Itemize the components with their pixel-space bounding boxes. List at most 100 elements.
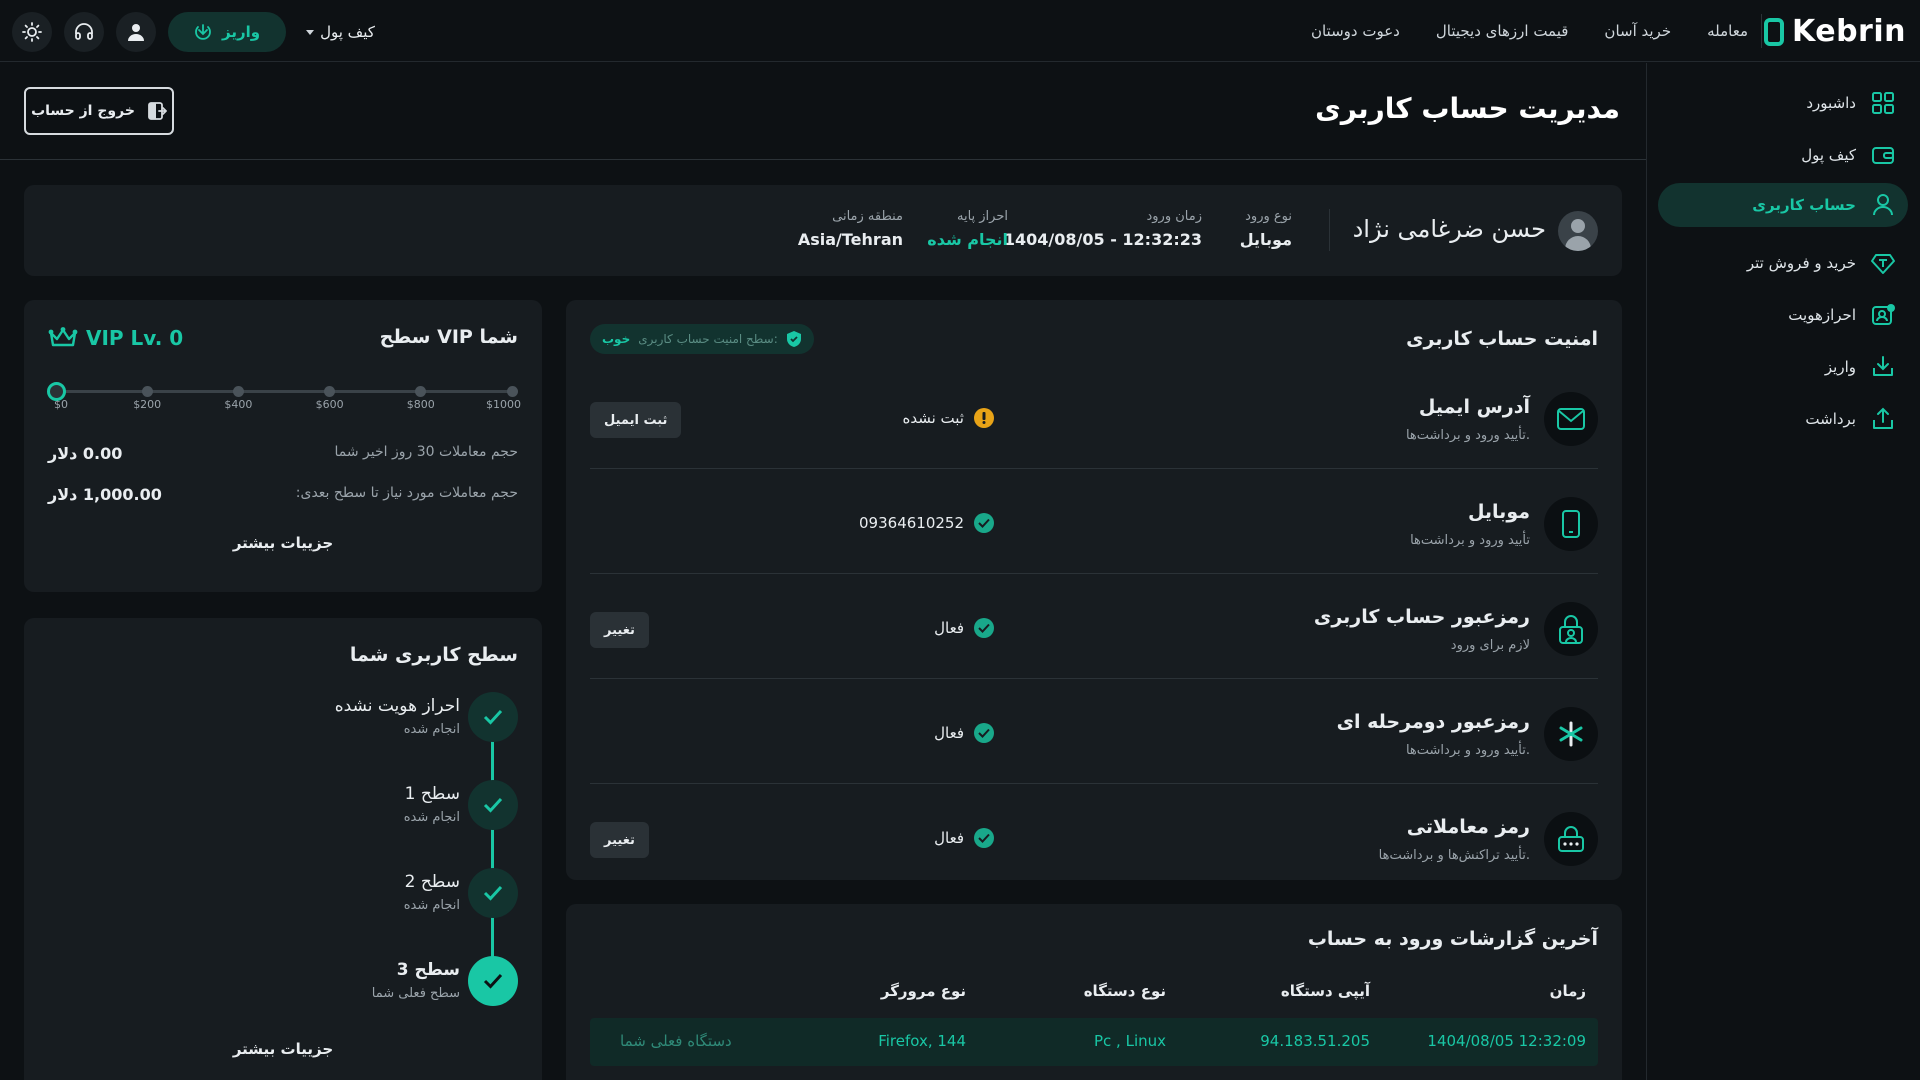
level-item-current: سطح 3 سطح فعلی شما bbox=[218, 956, 518, 1008]
avatar[interactable] bbox=[1558, 211, 1598, 251]
user-icon bbox=[128, 24, 144, 41]
logo-mark-icon bbox=[1764, 17, 1785, 46]
wallet-icon bbox=[1872, 147, 1894, 164]
deposit-button[interactable]: واریز bbox=[168, 12, 287, 52]
sidebar-item-wallet[interactable]: کیف پول bbox=[1658, 133, 1908, 177]
login-time-value: 1404/08/05 - 12:32:23 bbox=[1003, 230, 1202, 249]
level-item: احراز هویت نشده انجام شده bbox=[218, 692, 518, 744]
logo-divider bbox=[1761, 14, 1762, 48]
security-row-status: فعال bbox=[934, 723, 994, 743]
row-ip: 94.183.51.205 bbox=[1260, 1032, 1370, 1050]
sidebar-item-label: برداشت bbox=[1805, 410, 1856, 428]
nav-invite[interactable]: دعوت دوستان bbox=[1311, 22, 1400, 40]
mobile-icon bbox=[1544, 497, 1598, 551]
vip-progress-dot bbox=[415, 386, 427, 397]
level-status: سطح فعلی شما bbox=[371, 986, 460, 1001]
sidebar-item-deposit[interactable]: واریز bbox=[1658, 345, 1908, 389]
level-item: سطح 2 انجام شده bbox=[218, 868, 518, 920]
security-row-mobile: موبایل تأیید ورود و برداشت‌ها 0936461025… bbox=[590, 469, 1598, 574]
sidebar-item-tether[interactable]: خرید و فروش تتر bbox=[1658, 241, 1908, 285]
change-password-button[interactable]: تغییر bbox=[590, 612, 649, 648]
asterisk-icon bbox=[1544, 707, 1598, 761]
shield-icon bbox=[786, 331, 801, 347]
basic-kyc-info: احراز پایه انجام شده bbox=[927, 209, 1008, 249]
login-time-info: زمان ورود 1404/08/05 - 12:32:23 bbox=[1004, 209, 1202, 249]
profile-button[interactable] bbox=[116, 12, 156, 52]
vip-volume-row: حجم معاملات 30 روز اخیر شما 0.00 دلار bbox=[48, 444, 518, 463]
sidebar-item-withdraw[interactable]: برداشت bbox=[1658, 397, 1908, 441]
vip-progress-dot bbox=[232, 386, 244, 397]
logout-button[interactable]: خروج از حساب bbox=[24, 87, 174, 135]
vip-progress-dot bbox=[506, 386, 518, 397]
level-status: انجام شده bbox=[403, 722, 460, 737]
change-trade-password-button[interactable]: تغییر bbox=[590, 822, 649, 858]
headset-icon bbox=[75, 23, 93, 40]
sun-icon bbox=[22, 22, 42, 42]
tether-icon bbox=[1871, 254, 1895, 274]
security-row-name: رمزعبور دومرحله ای bbox=[1336, 711, 1530, 733]
sidebar-item-label: احرازهویت bbox=[1788, 306, 1856, 324]
security-row-status: ثبت نشده bbox=[903, 408, 994, 428]
user-icon bbox=[1873, 194, 1893, 216]
page-title: مدیریت حساب کاربری bbox=[1315, 92, 1620, 125]
check-icon bbox=[974, 618, 994, 638]
sidebar-item-label: کیف پول bbox=[1801, 146, 1856, 164]
levels-more-link[interactable]: جزییات بیشتر bbox=[24, 1040, 542, 1058]
check-icon bbox=[468, 956, 518, 1006]
security-row-desc: لازم برای ورود bbox=[1450, 638, 1530, 653]
vip-volume-label: حجم معاملات 30 روز اخیر شما bbox=[334, 444, 518, 460]
top-actions: واریز کیف پول bbox=[12, 12, 375, 52]
logout-label: خروج از حساب bbox=[31, 103, 135, 119]
column-header-device: نوع دستگاه bbox=[1083, 982, 1166, 1000]
security-row-status-text: فعال bbox=[934, 619, 964, 637]
level-status: انجام شده bbox=[403, 810, 460, 825]
nav-prices[interactable]: قیمت ارزهای دیجیتال bbox=[1436, 22, 1569, 40]
security-title: امنیت حساب کاربری bbox=[1406, 328, 1598, 350]
vip-more-link[interactable]: جزییات بیشتر bbox=[24, 534, 542, 552]
user-level-card: سطح کاربری شما احراز هویت نشده انجام شده… bbox=[24, 618, 542, 1080]
security-row-name: رمزعبور حساب کاربری bbox=[1313, 606, 1530, 628]
sidebar-item-dashboard[interactable]: داشبورد bbox=[1658, 81, 1908, 125]
wallet-dropdown[interactable]: کیف پول bbox=[306, 23, 375, 41]
login-time-label: زمان ورود bbox=[1146, 209, 1202, 224]
support-button[interactable] bbox=[64, 12, 104, 52]
level-name: سطح 3 bbox=[396, 960, 460, 980]
sidebar-item-kyc[interactable]: احرازهویت bbox=[1658, 293, 1908, 337]
logo-text: Kebrin bbox=[1792, 14, 1906, 49]
security-row-desc: تأیید ورود و برداشت‌ها. bbox=[1405, 428, 1530, 443]
security-row-status-text: 09364610252 bbox=[859, 514, 964, 532]
register-email-button[interactable]: ثبت ایمیل bbox=[590, 402, 682, 438]
vip-tick-label: $800 bbox=[406, 398, 435, 411]
crown-icon bbox=[48, 327, 78, 347]
lock-icon bbox=[1544, 602, 1598, 656]
sidebar-item-label: حساب کاربری bbox=[1752, 196, 1856, 214]
basic-kyc-label: احراز پایه bbox=[956, 209, 1008, 224]
row-current-device-note: دستگاه فعلی شما bbox=[620, 1032, 732, 1050]
row-device: Pc , Linux bbox=[1093, 1032, 1166, 1050]
vip-needed-label: حجم معاملات مورد نیاز تا سطح بعدی: bbox=[295, 485, 518, 501]
column-header-ip: آیپی دستگاه bbox=[1280, 982, 1370, 1000]
column-header-time: زمان bbox=[1549, 982, 1586, 1000]
sidebar-item-account[interactable]: حساب کاربری bbox=[1658, 183, 1908, 227]
level-name: سطح 1 bbox=[404, 784, 460, 804]
nav-easy-buy[interactable]: خرید آسان bbox=[1604, 22, 1671, 40]
chevron-down-icon bbox=[306, 29, 315, 35]
vip-tick-label: $0 bbox=[54, 398, 68, 411]
check-icon bbox=[974, 828, 994, 848]
theme-toggle-button[interactable] bbox=[12, 12, 52, 52]
vip-tick-label: $600 bbox=[315, 398, 344, 411]
email-icon bbox=[1544, 392, 1598, 446]
login-type-label: نوع ورود bbox=[1245, 209, 1292, 224]
kebrin-logo[interactable]: Kebrin bbox=[1764, 14, 1906, 49]
security-level-badge: خوب سطح امنیت حساب کاربری: bbox=[590, 324, 814, 354]
column-header-browser: نوع مرورگر bbox=[880, 982, 966, 1000]
vip-volume-value: 0.00 دلار bbox=[48, 444, 123, 463]
nav-trade[interactable]: معامله bbox=[1707, 22, 1748, 40]
check-icon bbox=[468, 692, 518, 742]
login-type-info: نوع ورود موبایل bbox=[1240, 209, 1292, 249]
security-level-value: خوب bbox=[602, 332, 631, 346]
sidebar: داشبورد کیف پول حساب کاربری خرید و فروش … bbox=[1646, 63, 1920, 1080]
vip-badge-text: VIP Lv. 0 bbox=[86, 326, 184, 350]
sidebar-item-label: خرید و فروش تتر bbox=[1746, 254, 1856, 272]
security-row-desc: تأیید ورود و برداشت‌ها. bbox=[1405, 743, 1530, 758]
